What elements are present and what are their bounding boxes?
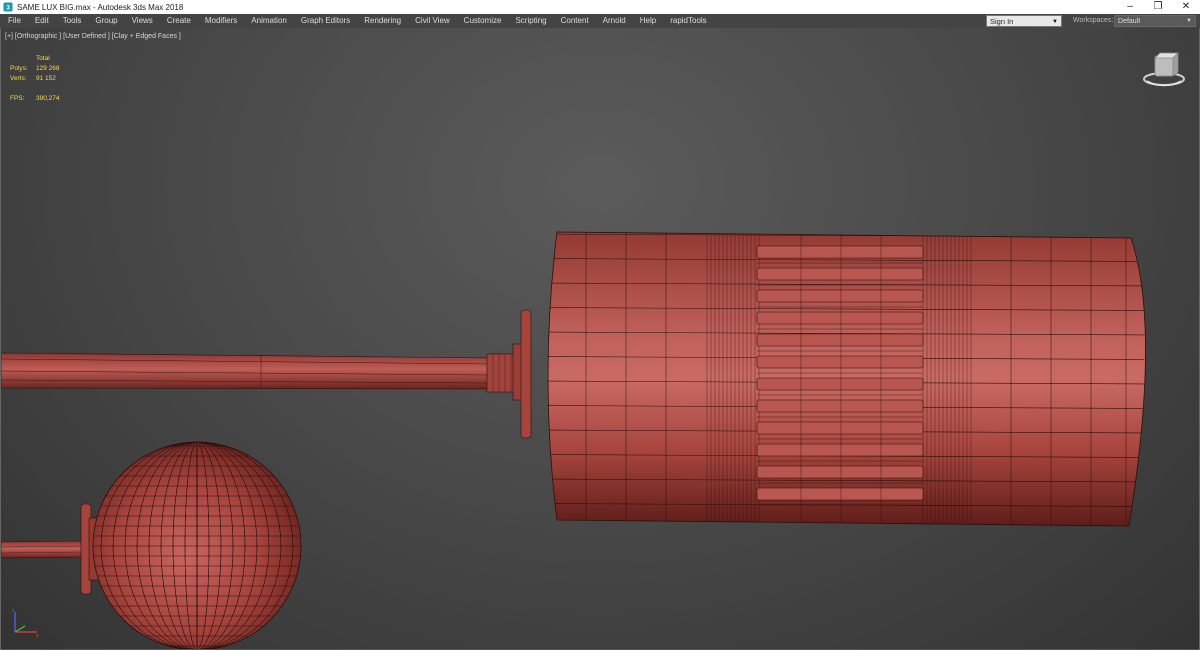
rod-long[interactable] bbox=[1, 309, 532, 439]
workspaces-label: Workspaces: bbox=[1073, 17, 1114, 24]
viewport-label[interactable]: [+] [Orthographic ] [User Defined ] [Cla… bbox=[5, 33, 181, 40]
stats-verts-label: Verts: bbox=[10, 75, 27, 82]
rod-short[interactable] bbox=[1, 503, 100, 595]
menu-item-help[interactable]: Help bbox=[633, 14, 663, 28]
menu-item-civil-view[interactable]: Civil View bbox=[408, 14, 457, 28]
chevron-down-icon: ▼ bbox=[1052, 19, 1058, 25]
viewport-statistics: Total Polys: 129 268 Verts: 91 152 FPS: … bbox=[10, 54, 60, 104]
menu-items: File Edit Tools Group Views Create Modifiers An… bbox=[0, 14, 714, 28]
menu-bar: File Edit Tools Group Views Create Modifiers An… bbox=[0, 14, 1200, 28]
menu-item-file[interactable]: File bbox=[0, 14, 28, 28]
close-button[interactable]: ✕ bbox=[1172, 0, 1200, 14]
window-title: SAME LUX BIG.max - Autodesk 3ds Max 2018 bbox=[17, 2, 184, 12]
sphere-tank[interactable] bbox=[81, 441, 311, 650]
stats-verts-value: 91 152 bbox=[36, 75, 56, 82]
menu-item-scripting[interactable]: Scripting bbox=[508, 14, 553, 28]
viewcube-icon[interactable] bbox=[1141, 50, 1187, 90]
workspaces-select[interactable]: Default ▼ bbox=[1114, 15, 1196, 27]
stats-fps-label: FPS: bbox=[10, 95, 25, 102]
menu-item-group[interactable]: Group bbox=[88, 14, 124, 28]
workspace-value: Default bbox=[1118, 17, 1141, 25]
cylinder-tank[interactable] bbox=[531, 228, 1161, 531]
svg-text:x: x bbox=[36, 633, 39, 638]
window-controls: – ❐ ✕ bbox=[1116, 0, 1200, 14]
sign-in-dropdown[interactable]: Sign In ▼ bbox=[986, 15, 1062, 27]
menu-item-content[interactable]: Content bbox=[554, 14, 596, 28]
scene-geometry[interactable] bbox=[1, 28, 1200, 650]
axis-tripod-icon: x z bbox=[12, 608, 39, 638]
stats-polys-label: Polys: bbox=[10, 65, 28, 72]
menu-item-customize[interactable]: Customize bbox=[457, 14, 509, 28]
menu-item-rendering[interactable]: Rendering bbox=[357, 14, 408, 28]
minimize-button[interactable]: – bbox=[1116, 0, 1144, 14]
menu-item-arnold[interactable]: Arnold bbox=[596, 14, 633, 28]
menu-item-animation[interactable]: Animation bbox=[244, 14, 294, 28]
menu-item-edit[interactable]: Edit bbox=[28, 14, 56, 28]
perspective-viewport[interactable]: [+] [Orthographic ] [User Defined ] [Cla… bbox=[0, 28, 1200, 650]
chevron-down-icon: ▼ bbox=[1186, 18, 1192, 24]
sign-in-label: Sign In bbox=[990, 16, 1014, 26]
stats-total-label: Total bbox=[36, 55, 50, 62]
stats-polys-value: 129 268 bbox=[36, 65, 60, 72]
menu-item-graph-editors[interactable]: Graph Editors bbox=[294, 14, 357, 28]
menu-item-rapidtools[interactable]: rapidTools bbox=[663, 14, 713, 28]
menu-item-views[interactable]: Views bbox=[125, 14, 160, 28]
menu-item-modifiers[interactable]: Modifiers bbox=[198, 14, 244, 28]
3ds-max-icon: 3 bbox=[3, 2, 13, 12]
menu-item-create[interactable]: Create bbox=[160, 14, 198, 28]
restore-button[interactable]: ❐ bbox=[1144, 0, 1172, 14]
stats-fps-value: 390,274 bbox=[36, 95, 60, 102]
title-bar: 3 SAME LUX BIG.max - Autodesk 3ds Max 20… bbox=[0, 0, 1200, 14]
svg-text:3: 3 bbox=[6, 5, 10, 12]
menu-item-tools[interactable]: Tools bbox=[56, 14, 89, 28]
